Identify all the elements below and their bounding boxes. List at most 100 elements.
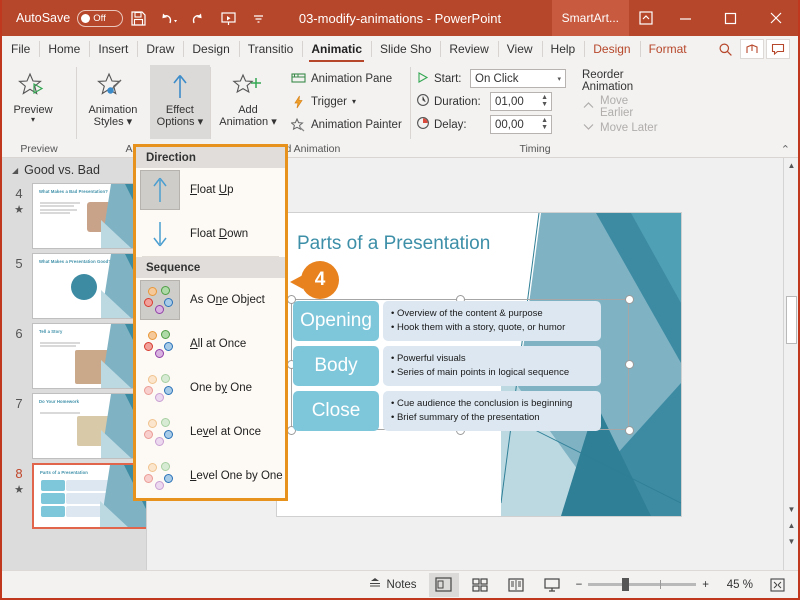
status-bar: Notes − + 45 % [2, 570, 798, 598]
animation-pane-label: Animation Pane [311, 72, 393, 85]
selection-handle[interactable] [625, 359, 634, 369]
undo-icon[interactable] [153, 3, 183, 33]
save-icon[interactable] [123, 3, 153, 33]
menu-item-label: As One Object [190, 294, 265, 306]
selection-handle[interactable] [625, 294, 634, 304]
tab-insert[interactable]: Insert [89, 36, 137, 62]
tab-smartart-format[interactable]: Format [639, 36, 696, 62]
collapse-ribbon-icon[interactable]: ⌃ [781, 143, 790, 156]
preview-button[interactable]: Preview ▾ [2, 65, 64, 124]
tab-view[interactable]: View [497, 36, 542, 62]
slide-thumbnail[interactable]: Tell a Story [32, 323, 148, 389]
fit-to-window-button[interactable] [762, 573, 792, 597]
effect-options-dropdown[interactable]: Direction Float Up Float Down Sequence A… [133, 144, 288, 501]
smartart-row-label: Body [293, 345, 379, 386]
smartart-row-text: • Cue audience the conclusion is beginni… [383, 390, 601, 431]
menu-item-float-down[interactable]: Float Down [136, 212, 285, 256]
menu-header-direction: Direction [136, 147, 285, 168]
start-presentation-icon[interactable] [213, 3, 243, 33]
scroll-up-button[interactable]: ▲ [785, 158, 798, 172]
smartart-row[interactable]: Opening • Overview of the content & purp… [293, 300, 601, 341]
smartart-contextual-tab[interactable]: SmartArt... [551, 0, 629, 36]
maximize-button[interactable] [708, 0, 753, 36]
duration-input[interactable]: 01,00 ▲ ▼ [490, 92, 552, 111]
menu-item-level-one-by-one[interactable]: Level One by One [136, 454, 285, 498]
tab-file[interactable]: File [2, 36, 39, 62]
zoom-slider[interactable] [588, 578, 697, 591]
ribbon-display-options-icon[interactable] [629, 0, 663, 36]
animation-painter-button[interactable]: Animation Painter [286, 113, 406, 136]
menu-item-all-at-once[interactable]: All at Once [136, 322, 285, 366]
slide-title[interactable]: Parts of a Presentation [297, 233, 490, 255]
slide-sorter-view-button[interactable] [465, 573, 495, 597]
tab-draw[interactable]: Draw [137, 36, 183, 62]
autosave-toggle[interactable]: Off [77, 9, 124, 27]
animation-pane-button[interactable]: Animation Pane [286, 67, 406, 90]
smartart-row[interactable]: Body • Powerful visuals • Series of main… [293, 345, 601, 386]
delay-value: 00,00 [495, 118, 524, 131]
redo-icon[interactable] [183, 3, 213, 33]
zoom-slider-knob[interactable] [622, 578, 630, 591]
animation-styles-button[interactable]: Animation Styles ▾ [76, 65, 150, 128]
zoom-level-label[interactable]: 45 % [715, 579, 753, 591]
share-icon[interactable] [740, 39, 764, 59]
reading-view-button[interactable] [501, 573, 531, 597]
tab-animations[interactable]: Animatic [302, 36, 371, 62]
zoom-out-button[interactable]: − [576, 579, 583, 591]
tab-home[interactable]: Home [39, 36, 89, 62]
normal-view-button[interactable] [428, 572, 459, 597]
scrollbar-thumb[interactable] [786, 296, 797, 344]
tab-help[interactable]: Help [541, 36, 585, 62]
selection-handle[interactable] [625, 425, 634, 435]
delay-input[interactable]: 00,00 ▲ ▼ [490, 115, 552, 134]
title-bar-right: SmartArt... [551, 0, 798, 36]
powerpoint-window: AutoSave Off 03-modify-animations - Powe… [0, 0, 800, 600]
notes-button[interactable]: Notes [359, 572, 426, 598]
tab-design[interactable]: Design [183, 36, 238, 62]
slide-thumbnail-selected[interactable]: Parts of a Presentation [32, 463, 148, 529]
current-slide[interactable]: Parts of a Presentation Opening • Overvi… [277, 212, 681, 516]
delay-stepper[interactable]: ▲ ▼ [541, 117, 548, 131]
menu-item-level-at-once[interactable]: Level at Once [136, 410, 285, 454]
move-later-button[interactable]: Move Later [576, 117, 660, 138]
comments-icon[interactable] [766, 39, 790, 59]
effect-options-button[interactable]: Effect Options ▾ [149, 65, 210, 139]
tab-smartart-design[interactable]: Design [584, 36, 639, 62]
smartart-row-text: • Overview of the content & purpose • Ho… [383, 300, 601, 341]
smartart-row[interactable]: Close • Cue audience the conclusion is b… [293, 390, 601, 431]
chevron-down-icon [582, 121, 595, 135]
move-earlier-button[interactable]: Move Earlier [576, 95, 660, 119]
slide-thumbnail[interactable]: What Makes a Bad Presentation? [32, 183, 148, 249]
scroll-down-button[interactable]: ▼ [785, 502, 798, 516]
preview-caret-icon[interactable]: ▾ [31, 116, 35, 124]
section-collapse-icon[interactable]: ◢ [12, 166, 18, 175]
slide-thumbnail[interactable]: What Makes a Presentation Good? [32, 253, 148, 319]
slide-thumbnail[interactable]: Do Your Homework [32, 393, 148, 459]
duration-stepper[interactable]: ▲ ▼ [541, 94, 548, 108]
zoom-in-button[interactable]: + [702, 579, 709, 591]
menu-item-one-by-one[interactable]: One by One [136, 366, 285, 410]
tab-transitions[interactable]: Transitio [238, 36, 303, 62]
workspace: ◢ Good vs. Bad 4 ★ What Makes a Bad Pres… [2, 158, 798, 570]
trigger-button[interactable]: Trigger ▾ [286, 90, 406, 113]
move-later-label: Move Later [600, 121, 658, 134]
trigger-icon [290, 94, 306, 110]
effect-options-label-2: Options ▾ [156, 116, 204, 128]
add-animation-button[interactable]: Add Animation ▾ [210, 65, 286, 128]
trigger-caret-icon[interactable]: ▾ [352, 97, 356, 106]
menu-item-as-one-object[interactable]: As One Object [136, 278, 285, 322]
zoom-slider-tick [660, 580, 662, 589]
minimize-button[interactable] [663, 0, 708, 36]
menu-item-float-up[interactable]: Float Up [136, 168, 285, 212]
slideshow-view-button[interactable] [537, 573, 567, 597]
canvas-scrollbar[interactable]: ▲ ▼ ▲ ▼ [783, 158, 798, 570]
start-select[interactable]: On Click ▾ [470, 69, 566, 88]
tab-slideshow[interactable]: Slide Sho [371, 36, 440, 62]
next-slide-button[interactable]: ▼ [785, 534, 798, 548]
customize-quick-access-icon[interactable] [243, 3, 273, 33]
tab-review[interactable]: Review [440, 36, 497, 62]
close-button[interactable] [753, 0, 798, 36]
zoom-control[interactable]: − + 45 % [570, 578, 759, 591]
search-icon[interactable] [712, 38, 738, 60]
previous-slide-button[interactable]: ▲ [785, 518, 798, 532]
